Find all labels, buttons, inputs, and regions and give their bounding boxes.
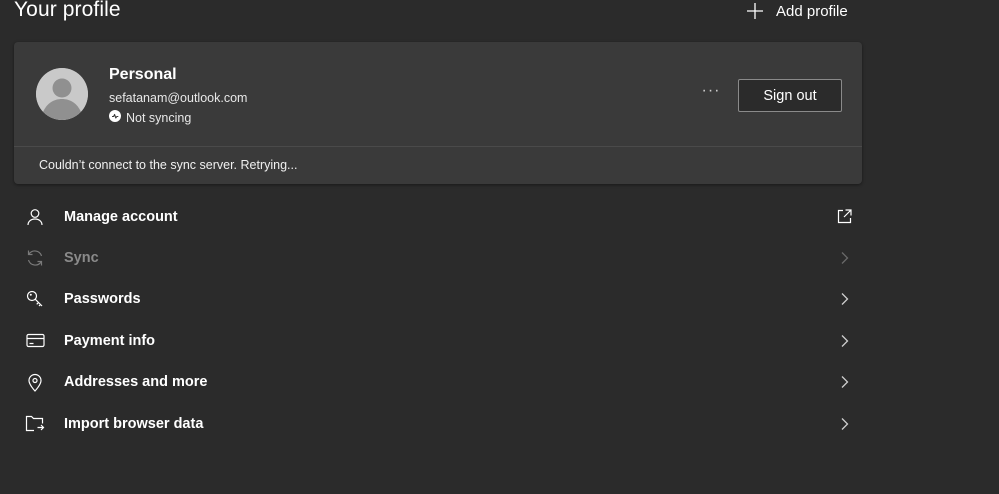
menu-item-label: Passwords [64,291,141,308]
sync-error-message: Couldn’t connect to the sync server. Ret… [39,158,298,172]
credit-card-icon [24,330,46,352]
menu-item-label: Import browser data [64,415,204,432]
add-profile-button[interactable]: Add profile [746,0,848,22]
sync-status: Not syncing [109,110,191,125]
menu-item-label: Payment info [64,332,156,349]
external-link-icon [836,209,852,225]
menu-item-label: Sync [64,250,99,267]
location-pin-icon [24,371,46,393]
more-options-button[interactable]: ··· [698,83,724,99]
chevron-right-icon [836,374,852,390]
plus-icon [746,2,764,20]
card-divider [14,146,862,147]
key-icon [24,288,46,310]
import-folder-icon [24,413,46,435]
menu-item-label: Addresses and more [64,374,208,391]
page-title: Your profile [14,0,121,21]
menu-item-passwords[interactable]: Passwords [14,279,862,320]
sync-status-label: Not syncing [126,110,192,125]
sign-out-button[interactable]: Sign out [738,79,842,112]
avatar [36,68,88,120]
default-avatar-icon [36,68,88,120]
menu-item-label: Manage account [64,208,178,225]
page-header: Your profile Add profile [0,0,862,26]
menu-item-manage-account[interactable]: Manage account [14,196,862,237]
chevron-right-icon [836,291,852,307]
profile-settings-page: Your profile Add profile Personal sefata… [0,0,999,494]
profile-card: Personal sefatanam@outlook.com Not synci… [14,42,862,184]
menu-item-import-browser-data[interactable]: Import browser data [14,403,862,444]
sync-paused-icon [109,110,121,125]
chevron-right-icon [836,333,852,349]
menu-item-payment-info[interactable]: Payment info [14,320,862,361]
sync-icon [24,247,46,269]
chevron-right-icon [836,250,852,266]
chevron-right-icon [836,416,852,432]
add-profile-label: Add profile [776,2,848,20]
profile-name: Personal [109,66,177,83]
menu-item-addresses[interactable]: Addresses and more [14,362,862,403]
person-icon [24,206,46,228]
profile-menu: Manage account Sync Passwords Payment in… [14,196,862,444]
profile-email: sefatanam@outlook.com [109,91,248,105]
menu-item-sync[interactable]: Sync [14,237,862,278]
